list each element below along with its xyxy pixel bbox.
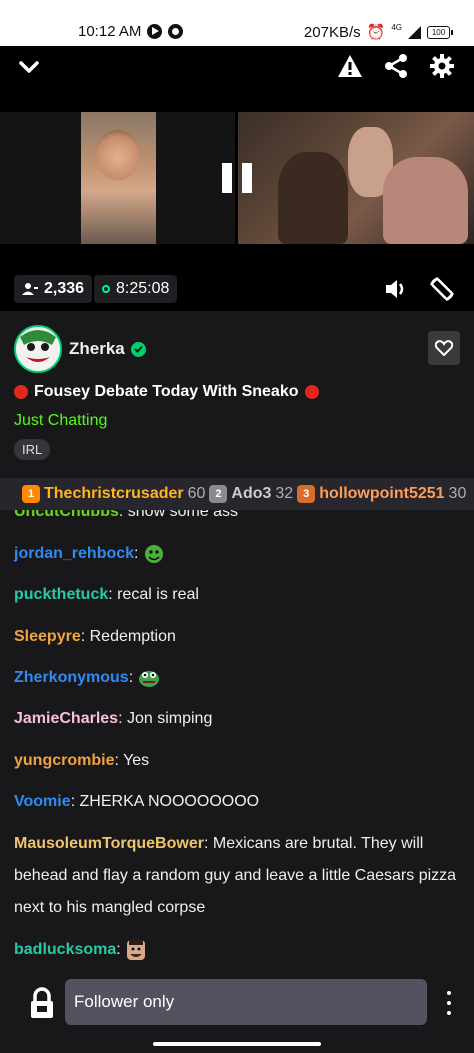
chat-separator: :: [114, 752, 119, 769]
chat-text: show some ass: [127, 510, 239, 520]
chat-username[interactable]: puckthetuck: [14, 586, 108, 603]
video-pane-right: [238, 112, 474, 244]
gift-leaderboard[interactable]: 1 Thechristcrusader 60 2 Ado3 32 3 hollo…: [0, 478, 474, 510]
chat-message: yungcrombie: Yes: [14, 745, 460, 777]
chat-message: JamieCharles: Jon simping: [14, 703, 460, 735]
red-circle-icon-end: [304, 385, 319, 399]
chat-feed[interactable]: UncutChubbs: show some ass jordan_rehboc…: [0, 510, 474, 975]
rotate-screen-icon[interactable]: [428, 275, 456, 303]
chat-message: MausoleumTorqueBower: Mexicans are bruta…: [14, 828, 460, 924]
leaderboard-count-1: 60: [187, 485, 206, 502]
chat-separator: :: [134, 545, 139, 562]
chat-username[interactable]: yungcrombie: [14, 752, 114, 769]
stream-tag[interactable]: IRL: [14, 439, 51, 460]
chat-message: Zherkonymous:: [14, 662, 460, 694]
verified-icon: [130, 341, 146, 357]
leaderboard-name-3[interactable]: hollowpoint5251: [319, 485, 444, 503]
chat-username[interactable]: badlucksoma: [14, 941, 116, 958]
alarm-icon: ⏰: [366, 24, 386, 41]
chat-message: puckthetuck: recal is real: [14, 579, 460, 611]
share-icon[interactable]: [382, 52, 410, 80]
chat-username[interactable]: UncutChubbs: [14, 510, 119, 520]
streamer-avatar[interactable]: [14, 325, 62, 373]
chat-separator: :: [128, 669, 134, 686]
lock-icon[interactable]: [29, 987, 55, 1019]
stream-info: Zherka Fousey Debate Today With Sneako J…: [0, 311, 474, 476]
red-circle-icon: [14, 385, 28, 399]
net-speed: 207KB/s: [303, 23, 361, 41]
leaderboard-count-2: 32: [275, 485, 294, 502]
chat-separator: :: [118, 710, 123, 727]
chat-text: Jon simping: [126, 710, 213, 727]
chat-username[interactable]: Zherkonymous: [14, 669, 129, 686]
status-right: 207KB/s ⏰ 4G 100: [303, 22, 453, 41]
network-type: 4G: [391, 22, 402, 32]
chat-username[interactable]: Voomie: [14, 793, 71, 810]
stream-uptime: 8:25:08: [94, 275, 178, 303]
chat-message: Voomie: ZHERKA NOOOOOOOO: [14, 786, 460, 818]
person-face: [96, 130, 140, 180]
chat-message: badlucksoma:: [14, 934, 460, 966]
chat-separator: :: [118, 510, 124, 520]
video-player[interactable]: 2,336 8:25:08: [0, 46, 474, 311]
viewers-icon: [22, 283, 38, 295]
signal-icon: [408, 25, 421, 39]
stream-category[interactable]: Just Chatting: [14, 412, 107, 430]
face-emote-icon: [127, 939, 146, 960]
home-indicator: [153, 1042, 321, 1046]
stream-title-row: Fousey Debate Today With Sneako: [14, 383, 319, 401]
volume-icon[interactable]: [382, 275, 410, 303]
more-options-icon[interactable]: [441, 991, 457, 1015]
leaderboard-name-1[interactable]: Thechristcrusader: [44, 485, 184, 503]
green-face-emote-icon: [144, 544, 163, 563]
warning-icon[interactable]: [336, 52, 364, 80]
chat-input-bar: Follower only: [0, 975, 474, 1053]
pause-button[interactable]: [222, 163, 252, 193]
chat-separator: :: [116, 941, 121, 958]
chat-separator: :: [108, 586, 113, 603]
chat-text: recal is real: [117, 586, 199, 603]
uptime-value: 8:25:08: [116, 280, 170, 297]
viewer-count-value: 2,336: [44, 280, 85, 297]
person-3: [383, 157, 468, 244]
chat-input[interactable]: Follower only: [65, 979, 427, 1025]
status-left: 10:12 AM: [78, 23, 184, 40]
person-1: [278, 152, 348, 244]
chat-username[interactable]: jordan_rehbock: [14, 545, 134, 562]
battery-icon: 100: [427, 25, 453, 39]
leaderboard-name-2[interactable]: Ado3: [231, 485, 271, 503]
rank-1-badge-icon: 1: [22, 485, 40, 503]
chat-separator: :: [70, 793, 76, 810]
chat-username[interactable]: Sleepyre: [14, 628, 81, 645]
chat-text: ZHERKA NOOOOOOOO: [79, 793, 260, 810]
chat-username[interactable]: JamieCharles: [14, 710, 118, 727]
streamer-name[interactable]: Zherka: [69, 339, 125, 359]
status-bar: 10:12 AM 207KB/s ⏰ 4G 100: [0, 0, 474, 46]
rank-3-badge-icon: 3: [297, 485, 316, 503]
chat-text: Yes: [123, 752, 150, 769]
rank-2-badge-icon: 2: [209, 485, 228, 503]
video-pane-left: [0, 112, 235, 244]
chat-message: Sleepyre: Redemption: [14, 621, 460, 653]
live-indicator-icon: [102, 285, 110, 293]
media-play-icon: [147, 24, 163, 39]
chat-message: jordan_rehbock:: [14, 538, 460, 570]
viewer-count: 2,336: [14, 275, 93, 303]
follow-button[interactable]: [428, 331, 460, 365]
chevron-down-icon[interactable]: [16, 54, 42, 80]
pepe-emote-icon: [138, 670, 159, 687]
chat-separator: :: [80, 628, 86, 645]
stream-title: Fousey Debate Today With Sneako: [34, 383, 299, 400]
chat-separator: :: [203, 835, 209, 852]
leaderboard-count-3: 30: [448, 485, 467, 502]
chat-message: UncutChubbs: show some ass: [14, 510, 460, 528]
chat-text: Redemption: [89, 628, 176, 645]
status-time: 10:12 AM: [78, 23, 142, 40]
chat-username[interactable]: MausoleumTorqueBower: [14, 835, 204, 852]
whatsapp-icon: [168, 24, 184, 39]
gear-icon[interactable]: [428, 52, 456, 80]
heart-icon: [435, 340, 453, 356]
streamer-name-row[interactable]: Zherka: [69, 339, 146, 359]
